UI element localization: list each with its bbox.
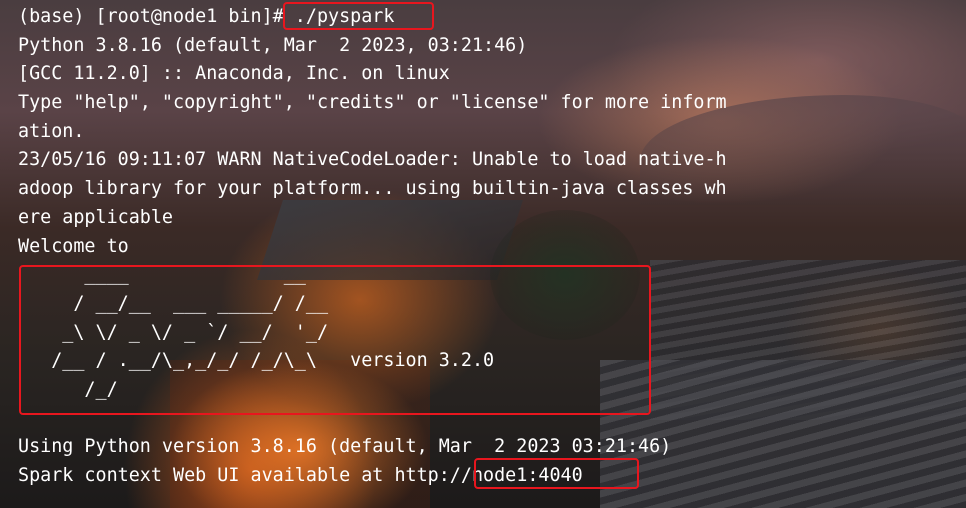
terminal-line: Python 3.8.16 (default, Mar 2 2023, 03:2… [18, 34, 528, 56]
terminal-line: [GCC 11.2.0] :: Anaconda, Inc. on linux [18, 63, 450, 85]
terminal-line: ation. [18, 120, 85, 142]
terminal-line: adoop library for your platform... using… [18, 178, 727, 200]
terminal-line: Type "help", "copyright", "credits" or "… [18, 92, 727, 114]
terminal-line: ere applicable [18, 206, 174, 228]
terminal-line: 23/05/16 09:11:07 WARN NativeCodeLoader:… [18, 149, 727, 171]
command-highlight-box [283, 2, 434, 30]
terminal-line: (base) [root@node1 bin]# ./pyspark [18, 6, 395, 27]
banner-highlight-box [19, 265, 651, 415]
url-highlight-box [474, 458, 639, 489]
terminal-output: (base) [root@node1 bin]# ./pyspark Pytho… [18, 3, 958, 491]
terminal-line: Welcome to [18, 235, 129, 257]
terminal-window[interactable]: (base) [root@node1 bin]# ./pyspark Pytho… [0, 0, 966, 508]
